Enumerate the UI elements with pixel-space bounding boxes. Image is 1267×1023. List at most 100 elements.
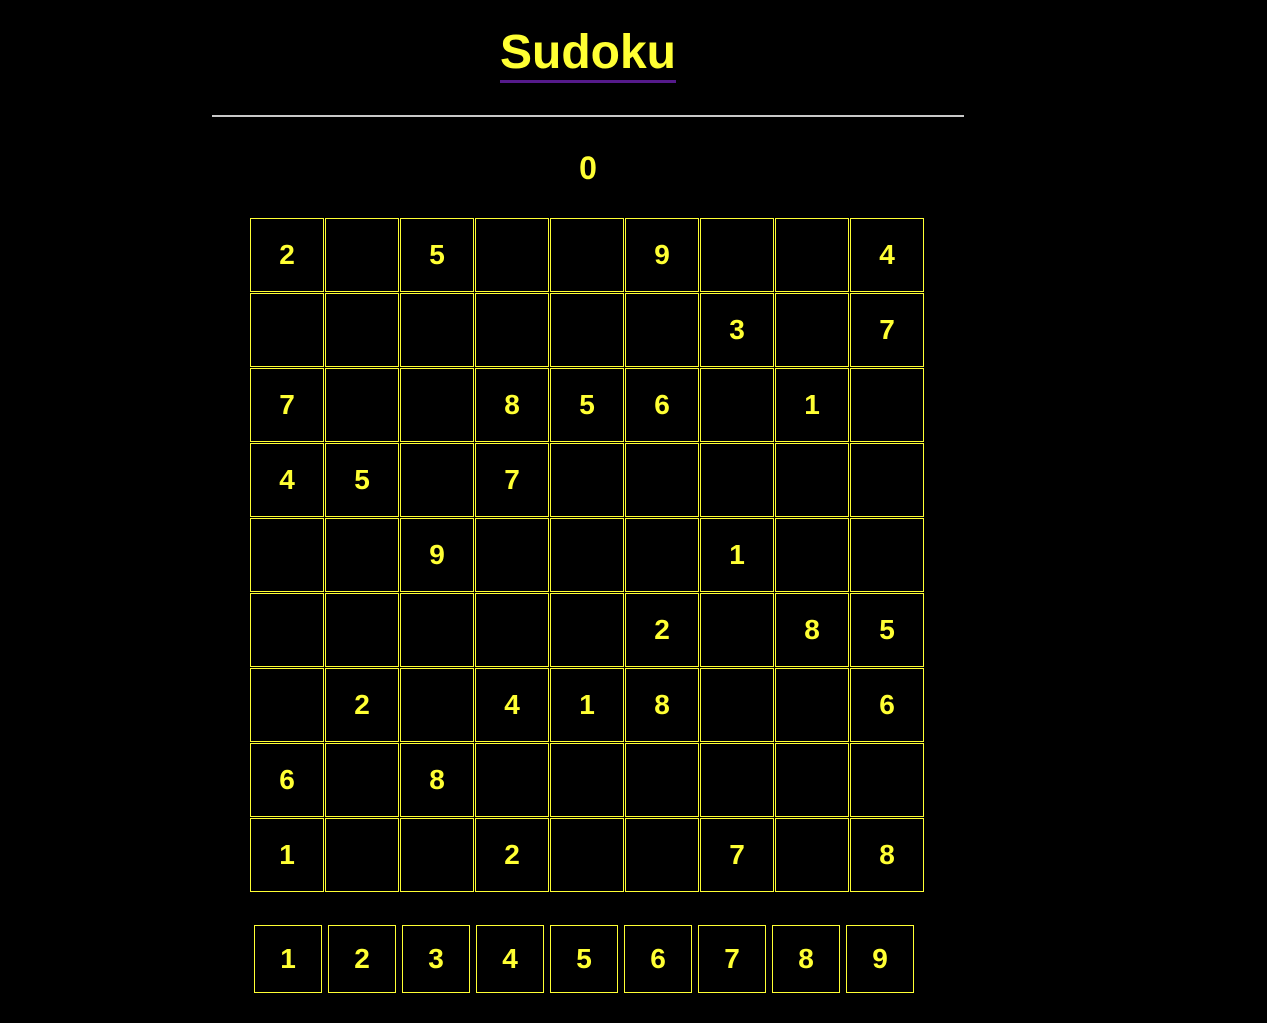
board-cell[interactable] bbox=[625, 743, 699, 817]
board-cell[interactable] bbox=[700, 443, 774, 517]
board-cell[interactable] bbox=[550, 218, 624, 292]
board-cell[interactable] bbox=[625, 293, 699, 367]
board-cell[interactable]: 5 bbox=[325, 443, 399, 517]
board-cell[interactable] bbox=[775, 518, 849, 592]
page-title-link[interactable]: Sudoku bbox=[500, 26, 676, 83]
board-cell[interactable]: 9 bbox=[400, 518, 474, 592]
board-cell[interactable] bbox=[475, 518, 549, 592]
board-cell[interactable] bbox=[850, 743, 924, 817]
board-cell[interactable]: 2 bbox=[250, 218, 324, 292]
board-cell[interactable] bbox=[400, 668, 474, 742]
board-row: 7 856 1 bbox=[250, 368, 925, 443]
sudoku-page: Sudoku 0 259437785614579128524186681278 … bbox=[0, 0, 1267, 1023]
score-display: 0 bbox=[579, 150, 597, 186]
board-cell[interactable] bbox=[550, 818, 624, 892]
board-cell[interactable]: 6 bbox=[625, 368, 699, 442]
board-cell[interactable]: 3 bbox=[700, 293, 774, 367]
board-cell[interactable]: 8 bbox=[625, 668, 699, 742]
board-cell[interactable]: 5 bbox=[400, 218, 474, 292]
board-cell[interactable] bbox=[775, 218, 849, 292]
number-button-7[interactable]: 7 bbox=[698, 925, 766, 993]
board-cell[interactable]: 5 bbox=[550, 368, 624, 442]
board-cell[interactable] bbox=[400, 443, 474, 517]
number-button-9[interactable]: 9 bbox=[846, 925, 914, 993]
divider bbox=[212, 115, 964, 117]
board-cell[interactable] bbox=[700, 593, 774, 667]
board-cell[interactable] bbox=[625, 443, 699, 517]
board-cell[interactable] bbox=[325, 368, 399, 442]
board-cell[interactable] bbox=[475, 293, 549, 367]
number-button-4[interactable]: 4 bbox=[476, 925, 544, 993]
board-row: 45 7 bbox=[250, 443, 925, 518]
board-cell[interactable] bbox=[325, 218, 399, 292]
number-button-2[interactable]: 2 bbox=[328, 925, 396, 993]
board-cell[interactable] bbox=[700, 218, 774, 292]
board-cell[interactable]: 7 bbox=[475, 443, 549, 517]
number-button-5[interactable]: 5 bbox=[550, 925, 618, 993]
board-cell[interactable] bbox=[475, 593, 549, 667]
board-cell[interactable] bbox=[250, 668, 324, 742]
board-cell[interactable]: 6 bbox=[850, 668, 924, 742]
board-cell[interactable]: 1 bbox=[775, 368, 849, 442]
board-cell[interactable] bbox=[400, 293, 474, 367]
board-cell[interactable]: 8 bbox=[850, 818, 924, 892]
board-cell[interactable] bbox=[775, 668, 849, 742]
number-button-1[interactable]: 1 bbox=[254, 925, 322, 993]
board-cell[interactable] bbox=[700, 368, 774, 442]
board-cell[interactable] bbox=[850, 443, 924, 517]
board-cell[interactable]: 1 bbox=[700, 518, 774, 592]
board-cell[interactable] bbox=[325, 293, 399, 367]
board-cell[interactable] bbox=[550, 743, 624, 817]
board-cell[interactable] bbox=[850, 518, 924, 592]
board-cell[interactable] bbox=[400, 818, 474, 892]
board-cell[interactable]: 2 bbox=[625, 593, 699, 667]
board-cell[interactable] bbox=[700, 743, 774, 817]
board-cell[interactable] bbox=[550, 593, 624, 667]
board-cell[interactable]: 1 bbox=[550, 668, 624, 742]
board-cell[interactable]: 8 bbox=[775, 593, 849, 667]
board-row: 1 2 7 8 bbox=[250, 818, 925, 893]
board-cell[interactable] bbox=[325, 518, 399, 592]
board-cell[interactable]: 2 bbox=[325, 668, 399, 742]
board-cell[interactable] bbox=[250, 518, 324, 592]
board-cell[interactable] bbox=[550, 518, 624, 592]
board-cell[interactable] bbox=[700, 668, 774, 742]
board-cell[interactable] bbox=[625, 818, 699, 892]
board-cell[interactable] bbox=[550, 443, 624, 517]
board-cell[interactable] bbox=[475, 218, 549, 292]
board-cell[interactable]: 7 bbox=[250, 368, 324, 442]
board-cell[interactable] bbox=[250, 593, 324, 667]
number-button-6[interactable]: 6 bbox=[624, 925, 692, 993]
board-cell[interactable]: 4 bbox=[475, 668, 549, 742]
board-cell[interactable]: 6 bbox=[250, 743, 324, 817]
board-cell[interactable]: 9 bbox=[625, 218, 699, 292]
board-row: 68 bbox=[250, 743, 925, 818]
sudoku-board: 259437785614579128524186681278 bbox=[250, 218, 925, 893]
board-cell[interactable] bbox=[400, 368, 474, 442]
number-button-3[interactable]: 3 bbox=[402, 925, 470, 993]
board-cell[interactable] bbox=[775, 818, 849, 892]
number-button-8[interactable]: 8 bbox=[772, 925, 840, 993]
board-cell[interactable] bbox=[250, 293, 324, 367]
board-cell[interactable] bbox=[775, 293, 849, 367]
board-cell[interactable]: 8 bbox=[475, 368, 549, 442]
board-cell[interactable] bbox=[400, 593, 474, 667]
board-cell[interactable]: 5 bbox=[850, 593, 924, 667]
board-cell[interactable]: 1 bbox=[250, 818, 324, 892]
board-cell[interactable]: 2 bbox=[475, 818, 549, 892]
title-container: Sudoku bbox=[0, 26, 1176, 83]
board-cell[interactable] bbox=[550, 293, 624, 367]
board-cell[interactable] bbox=[625, 518, 699, 592]
board-cell[interactable] bbox=[775, 443, 849, 517]
board-cell[interactable] bbox=[775, 743, 849, 817]
board-cell[interactable]: 8 bbox=[400, 743, 474, 817]
board-cell[interactable] bbox=[325, 818, 399, 892]
board-cell[interactable] bbox=[325, 593, 399, 667]
board-cell[interactable]: 4 bbox=[850, 218, 924, 292]
board-cell[interactable] bbox=[325, 743, 399, 817]
board-cell[interactable]: 7 bbox=[850, 293, 924, 367]
board-cell[interactable] bbox=[475, 743, 549, 817]
board-cell[interactable] bbox=[850, 368, 924, 442]
board-cell[interactable]: 4 bbox=[250, 443, 324, 517]
board-cell[interactable]: 7 bbox=[700, 818, 774, 892]
